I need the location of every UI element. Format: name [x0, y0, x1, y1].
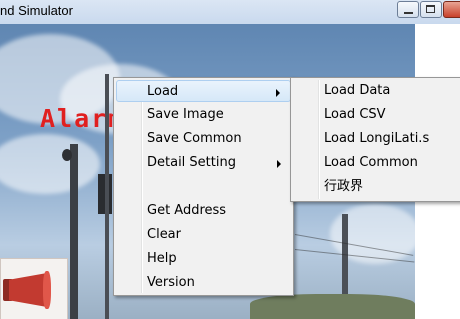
menu-item-detail-setting[interactable]: Detail Setting: [116, 152, 291, 174]
chevron-right-icon: [277, 160, 281, 168]
menu-item-label: Clear: [147, 227, 181, 242]
submenu-item-administrative-boundary[interactable]: 行政界: [293, 176, 460, 198]
close-button[interactable]: [443, 1, 460, 18]
chevron-right-icon: [276, 89, 280, 97]
submenu-item-label: Load CSV: [324, 107, 386, 122]
submenu-item-load-common[interactable]: Load Common: [293, 152, 460, 174]
submenu-item-label: Load Data: [324, 83, 391, 98]
menu-item-clear[interactable]: Clear: [116, 224, 291, 246]
menu-item-version[interactable]: Version: [116, 272, 291, 294]
maximize-icon: [426, 5, 435, 13]
submenu-item-load-csv[interactable]: Load CSV: [293, 104, 460, 126]
title-bar: nd Simulator: [0, 0, 460, 25]
menu-item-help[interactable]: Help: [116, 248, 291, 270]
submenu-item-label: 行政界: [324, 179, 364, 194]
alarm-speaker-image: [0, 258, 68, 319]
menu-item-label: Get Address: [147, 203, 227, 218]
menu-item-save-common[interactable]: Save Common: [116, 128, 291, 150]
menu-item-get-address[interactable]: Get Address: [116, 200, 291, 222]
pole-speaker: [62, 149, 72, 161]
megaphone-icon: [9, 273, 47, 307]
cloud: [0, 134, 100, 194]
submenu-item-label: Load LongiLati.s: [324, 131, 430, 146]
menu-item-save-image[interactable]: Save Image: [116, 104, 291, 126]
submenu-item-load-data[interactable]: Load Data: [293, 80, 460, 102]
tree-line: [250, 294, 415, 319]
menu-item-load[interactable]: Load: [116, 80, 291, 102]
menu-item-label: Load: [147, 84, 179, 99]
load-submenu: Load Data Load CSV Load LongiLati.s Load…: [290, 77, 460, 202]
speaker-rim: [43, 271, 51, 309]
submenu-item-load-longilati[interactable]: Load LongiLati.s: [293, 128, 460, 150]
menu-item-label: Help: [147, 251, 177, 266]
minimize-icon: [404, 12, 413, 14]
submenu-item-label: Load Common: [324, 155, 418, 170]
menu-item-label: Save Image: [147, 107, 224, 122]
menu-item-label: Version: [147, 275, 195, 290]
menu-item-label: Save Common: [147, 131, 242, 146]
minimize-button[interactable]: [397, 1, 419, 18]
context-menu: Load Save Image Save Common Detail Setti…: [113, 77, 294, 296]
window-title: nd Simulator: [0, 3, 73, 18]
utility-pole: [70, 144, 78, 319]
maximize-button[interactable]: [420, 1, 442, 18]
menu-item-label: Detail Setting: [147, 155, 236, 170]
